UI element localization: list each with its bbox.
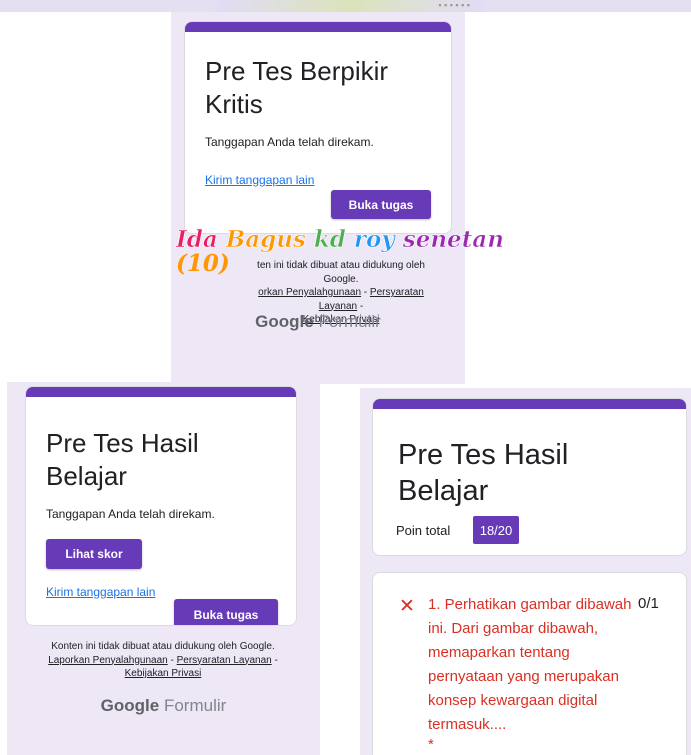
x-icon: ✕: [399, 596, 415, 617]
question-card: ✕ 1. Perhatikan gambar dibawah ini. Dari…: [372, 572, 687, 755]
screen-1: Pre Tes Berpikir Kritis Tanggapan Anda t…: [171, 12, 465, 384]
open-task-button[interactable]: Buka tugas: [174, 599, 278, 625]
footer-links-row: Laporkan Penyalahgunaan - Persyaratan La…: [48, 654, 278, 666]
watermark-line-1: Ida Bagus kd roy senetan: [176, 226, 505, 253]
google-formulir-logo: Google Formulir: [7, 696, 320, 716]
confirmation-message: Tanggapan Anda telah direkam.: [46, 507, 215, 521]
screen-3: Pre Tes Hasil Belajar Poin total 18/20 ✕…: [360, 388, 691, 755]
form-title: Pre Tes Hasil Belajar: [46, 428, 199, 491]
required-marker: *: [428, 736, 434, 753]
card-top-bar: [26, 387, 296, 397]
privacy-link[interactable]: Kebijakan Privasi: [125, 668, 202, 679]
total-points-badge: 18/20: [473, 516, 519, 544]
report-abuse-link[interactable]: Laporkan Penyalahgunaan: [48, 655, 168, 666]
question-text: 1. Perhatikan gambar dibawah ini. Dari g…: [428, 596, 632, 733]
submit-another-link[interactable]: Kirim tanggapan lain: [46, 585, 155, 599]
footer-links-row: orkan Penyalahgunaan - Persyaratan Layan…: [258, 287, 424, 312]
formulir-wordmark: Formulir: [318, 312, 381, 331]
confirmation-message: Tanggapan Anda telah direkam.: [205, 135, 374, 149]
footer: Konten ini tidak dibuat atau didukung ol…: [27, 640, 299, 681]
watermark: Ida Bagus kd roy senetan (10): [176, 226, 505, 278]
footer-disclaimer: Konten ini tidak dibuat atau didukung ol…: [51, 641, 275, 652]
card-top-bar: [373, 399, 686, 409]
form-title: Pre Tes Berpikir Kritis: [205, 56, 389, 119]
watermark-line-2: (10): [176, 250, 230, 278]
question-points: 0/1: [638, 595, 659, 612]
google-wordmark: Google: [100, 696, 160, 715]
submit-another-link[interactable]: Kirim tanggapan lain: [205, 173, 314, 187]
total-points-label: Poin total: [396, 523, 451, 538]
view-score-button[interactable]: Lihat skor: [46, 539, 142, 569]
report-abuse-link[interactable]: orkan Penyalahgunaan: [258, 287, 361, 298]
status-bar: ▪ ▪ ▪ ▪ ▪ ▪: [438, 0, 470, 10]
formulir-wordmark: Formulir: [163, 696, 227, 715]
score-card: Pre Tes Hasil Belajar Poin total 18/20: [372, 398, 687, 556]
terms-link[interactable]: Persyaratan Layanan: [177, 655, 272, 666]
form-card: Pre Tes Hasil Belajar Tanggapan Anda tel…: [25, 386, 297, 626]
google-formulir-logo: Google Formulir: [171, 312, 465, 332]
screen-2: Pre Tes Hasil Belajar Tanggapan Anda tel…: [7, 382, 320, 755]
form-card: Pre Tes Berpikir Kritis Tanggapan Anda t…: [184, 21, 452, 234]
google-wordmark: Google: [255, 312, 314, 331]
collage: ▪ ▪ ▪ ▪ ▪ ▪ Pre Tes Berpikir Kritis Tang…: [0, 0, 691, 755]
card-top-bar: [185, 22, 451, 32]
form-title: Pre Tes Hasil Belajar: [398, 439, 569, 508]
open-task-button[interactable]: Buka tugas: [331, 190, 431, 219]
